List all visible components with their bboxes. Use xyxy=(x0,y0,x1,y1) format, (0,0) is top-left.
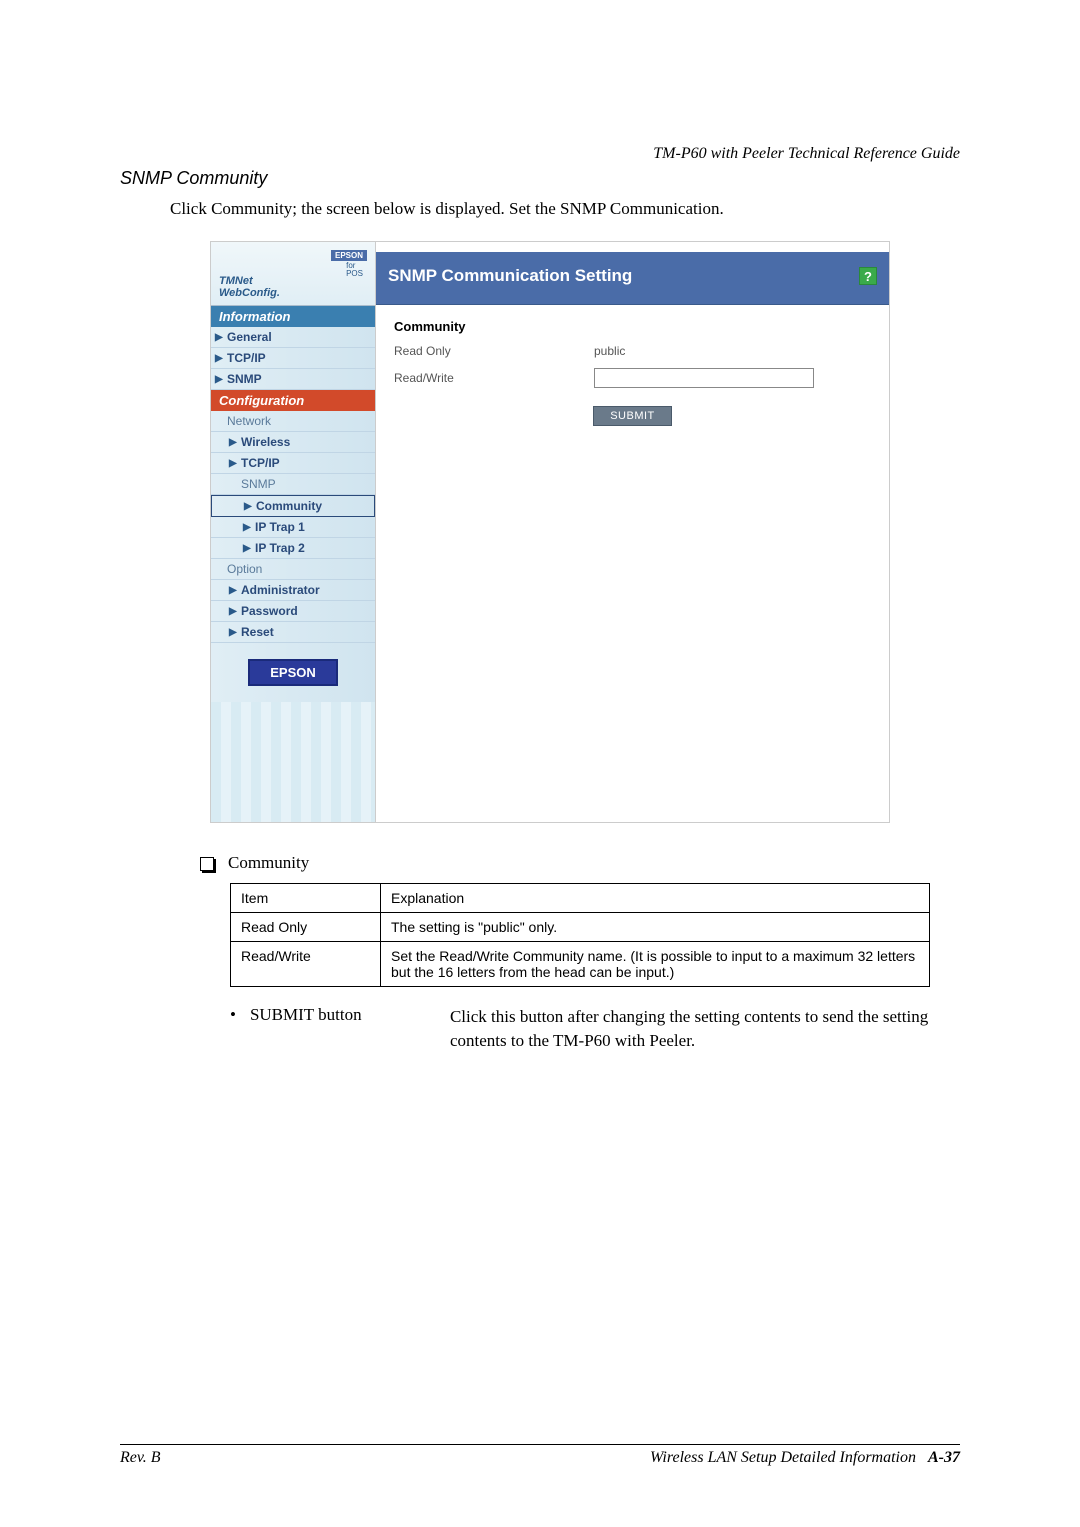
doc-header: TM-P60 with Peeler Technical Reference G… xyxy=(653,145,960,163)
nav-label: Password xyxy=(241,604,298,618)
table-row: Read Only The setting is "public" only. xyxy=(231,913,930,942)
nav-header-config: Configuration xyxy=(211,390,375,411)
nav-item-wireless[interactable]: ▶ Wireless xyxy=(211,432,375,453)
label-readwrite: Read/Write xyxy=(394,371,594,385)
submit-label: SUBMIT button xyxy=(250,1005,450,1053)
footer-page: A-37 xyxy=(928,1449,960,1466)
community-table: Item Explanation Read Only The setting i… xyxy=(230,883,930,987)
arrow-icon: ▶ xyxy=(215,353,223,364)
nav-item-iptrap2[interactable]: ▶ IP Trap 2 xyxy=(211,538,375,559)
arrow-icon: ▶ xyxy=(229,606,237,617)
help-icon[interactable]: ? xyxy=(859,267,877,285)
nav-item-config-tcpip[interactable]: ▶ TCP/IP xyxy=(211,453,375,474)
screenshot-webconfig: EPSON for POS TMNet WebConfig. Informati… xyxy=(210,241,890,823)
nav-label: TCP/IP xyxy=(241,456,280,470)
nav-item-tcpip[interactable]: ▶ TCP/IP xyxy=(211,348,375,369)
page-footer: Rev. B Wireless LAN Setup Detailed Infor… xyxy=(120,1444,960,1467)
submit-button[interactable]: SUBMIT xyxy=(593,406,672,426)
nav-label: Community xyxy=(256,499,322,513)
arrow-icon: ▶ xyxy=(229,585,237,596)
footer-rev: Rev. B xyxy=(120,1449,161,1467)
nav-item-general[interactable]: ▶ General xyxy=(211,327,375,348)
td-item: Read Only xyxy=(231,913,381,942)
content-panel: SNMP Communication Setting ? Community R… xyxy=(376,242,889,822)
nav-group-option: Option xyxy=(211,559,375,580)
logo-tmnet-1: TMNet xyxy=(219,275,253,287)
table-row: Read/Write Set the Read/Write Community … xyxy=(231,942,930,987)
nav-item-administrator[interactable]: ▶ Administrator xyxy=(211,580,375,601)
arrow-icon: ▶ xyxy=(229,627,237,638)
logo-epson: EPSON xyxy=(331,250,367,261)
bullet-label: Community xyxy=(228,853,309,873)
nav-label: Wireless xyxy=(241,435,290,449)
arrow-icon: ▶ xyxy=(215,332,223,343)
section-title: SNMP Community xyxy=(120,168,960,189)
value-readonly: public xyxy=(594,344,871,358)
nav-group-network: Network xyxy=(211,411,375,432)
arrow-icon: ▶ xyxy=(229,437,237,448)
bullet-dot-icon: • xyxy=(230,1005,236,1053)
submit-row: SUBMIT xyxy=(394,406,871,426)
field-row-readonly: Read Only public xyxy=(394,344,871,358)
nav-item-password[interactable]: ▶ Password xyxy=(211,601,375,622)
logo-area: EPSON for POS TMNet WebConfig. xyxy=(211,242,375,306)
nav-item-reset[interactable]: ▶ Reset xyxy=(211,622,375,643)
content-title: SNMP Communication Setting xyxy=(388,266,632,286)
nav-group-snmp: SNMP xyxy=(211,474,375,495)
th-explanation: Explanation xyxy=(381,884,930,913)
nav-header-info: Information xyxy=(211,306,375,327)
footer-section: Wireless LAN Setup Detailed Information xyxy=(650,1449,916,1466)
submit-desc: Click this button after changing the set… xyxy=(450,1005,960,1053)
nav-label: IP Trap 1 xyxy=(255,520,305,534)
table-row: Item Explanation xyxy=(231,884,930,913)
td-explanation: The setting is "public" only. xyxy=(381,913,930,942)
intro-text: Click Community; the screen below is dis… xyxy=(170,199,960,219)
nav-label: Administrator xyxy=(241,583,320,597)
logo-pos: POS xyxy=(346,269,363,278)
content-title-bar: SNMP Communication Setting ? xyxy=(376,252,889,305)
arrow-icon: ▶ xyxy=(243,522,251,533)
readwrite-input[interactable] xyxy=(594,368,814,388)
nav-label: SNMP xyxy=(227,372,262,386)
nav-item-iptrap1[interactable]: ▶ IP Trap 1 xyxy=(211,517,375,538)
arrow-icon: ▶ xyxy=(243,543,251,554)
sidebar-decor xyxy=(211,702,375,822)
nav-label: TCP/IP xyxy=(227,351,266,365)
th-item: Item xyxy=(231,884,381,913)
arrow-icon: ▶ xyxy=(229,458,237,469)
bullet-icon xyxy=(200,857,214,871)
nav-label: General xyxy=(227,330,272,344)
epson-badge: EPSON xyxy=(248,659,338,686)
bullet-community: Community xyxy=(200,853,960,873)
group-title-community: Community xyxy=(394,319,871,334)
logo-for-pos: for POS xyxy=(346,262,363,278)
nav-label: Reset xyxy=(241,625,274,639)
arrow-icon: ▶ xyxy=(215,374,223,385)
logo-tmnet-2: WebConfig. xyxy=(219,287,280,299)
nav-label: IP Trap 2 xyxy=(255,541,305,555)
td-explanation: Set the Read/Write Community name. (It i… xyxy=(381,942,930,987)
value-readwrite xyxy=(594,368,871,388)
nav-item-community[interactable]: ▶ Community xyxy=(211,495,375,517)
sidebar: EPSON for POS TMNet WebConfig. Informati… xyxy=(211,242,376,822)
footer-right: Wireless LAN Setup Detailed Information … xyxy=(650,1449,960,1467)
field-row-readwrite: Read/Write xyxy=(394,368,871,388)
arrow-icon: ▶ xyxy=(244,501,252,512)
logo-tmnet: TMNet WebConfig. xyxy=(219,275,280,299)
label-readonly: Read Only xyxy=(394,344,594,358)
td-item: Read/Write xyxy=(231,942,381,987)
content-body: Community Read Only public Read/Write SU… xyxy=(376,305,889,440)
submit-description: • SUBMIT button Click this button after … xyxy=(230,1005,960,1053)
nav-item-snmp[interactable]: ▶ SNMP xyxy=(211,369,375,390)
